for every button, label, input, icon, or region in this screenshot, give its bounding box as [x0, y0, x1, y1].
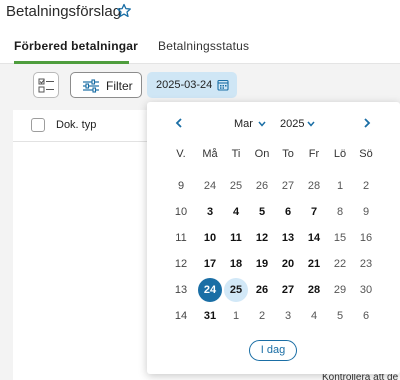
column-header-dok-typ[interactable]: Dok. typ — [56, 119, 96, 131]
calendar-day-other-month[interactable]: 4 — [302, 304, 326, 328]
calendar-day[interactable]: 31 — [198, 304, 222, 328]
prev-month-icon[interactable] — [174, 117, 184, 129]
calendar-icon[interactable] — [217, 79, 229, 91]
weekday-header-so: Sö — [359, 148, 373, 160]
calendar-day[interactable]: 27 — [276, 278, 300, 302]
calendar-day-other-month[interactable]: 5 — [328, 304, 352, 328]
today-button[interactable]: I dag — [249, 340, 297, 361]
weekday-header-ma: Må — [202, 148, 218, 160]
chevron-down-icon — [307, 121, 315, 127]
calendar-day-highlighted[interactable]: 25 — [224, 278, 248, 302]
date-picker-field[interactable]: 2025-03-24 — [147, 72, 237, 98]
calendar-day[interactable]: 1 — [328, 174, 352, 198]
calendar-day[interactable]: 17 — [198, 252, 222, 276]
week-number: 10 — [174, 206, 188, 218]
tab-forbered-betalningar[interactable]: Förbered betalningar — [14, 39, 138, 53]
calendar-day[interactable]: 10 — [198, 226, 222, 250]
calendar-day-other-month[interactable]: 25 — [224, 174, 248, 198]
week-number: 9 — [177, 180, 185, 192]
calendar-day[interactable]: 22 — [328, 252, 352, 276]
calendar-day[interactable]: 11 — [224, 226, 248, 250]
select-all-checkbox[interactable] — [31, 118, 45, 132]
calendar-day[interactable]: 26 — [250, 278, 274, 302]
calendar-day-other-month[interactable]: 28 — [302, 174, 326, 198]
week-column-header: V. — [176, 148, 186, 160]
calendar-day[interactable]: 9 — [354, 200, 378, 224]
sliders-icon — [83, 79, 99, 93]
calendar-day[interactable]: 7 — [302, 200, 326, 224]
calendar-day[interactable]: 4 — [224, 200, 248, 224]
calendar-day[interactable]: 15 — [328, 226, 352, 250]
calendar-day[interactable]: 12 — [250, 226, 274, 250]
calendar-day-other-month[interactable]: 24 — [198, 174, 222, 198]
calendar-day-other-month[interactable]: 6 — [354, 304, 378, 328]
week-number: 13 — [174, 284, 188, 296]
calendar-day-selected[interactable]: 24 — [198, 278, 222, 302]
column-chooser-button[interactable] — [33, 72, 59, 98]
year-value: 2025 — [280, 118, 305, 130]
calendar-day[interactable]: 19 — [250, 252, 274, 276]
calendar-day-other-month[interactable]: 2 — [250, 304, 274, 328]
month-value: Mar — [234, 118, 253, 130]
tab-bar: Förbered betalningar Betalningsstatus — [0, 26, 400, 64]
weekday-header-lo: Lö — [333, 148, 347, 160]
calendar-day[interactable]: 29 — [328, 278, 352, 302]
date-value: 2025-03-24 — [156, 79, 213, 91]
calendar-day[interactable]: 30 — [354, 278, 378, 302]
calendar-day-other-month[interactable]: 1 — [224, 304, 248, 328]
tab-betalningsstatus[interactable]: Betalningsstatus — [158, 39, 249, 53]
star-icon[interactable] — [116, 3, 132, 19]
weekday-header-on: On — [254, 148, 270, 160]
calendar-day[interactable]: 5 — [250, 200, 274, 224]
week-number: 14 — [174, 310, 188, 322]
page-header: Betalningsförslag — [0, 0, 400, 26]
next-month-icon[interactable] — [362, 117, 372, 129]
week-number: 12 — [174, 258, 188, 270]
calendar-day[interactable]: 20 — [276, 252, 300, 276]
chevron-down-icon — [258, 121, 266, 127]
calendar-day[interactable]: 2 — [354, 174, 378, 198]
calendar-day[interactable]: 14 — [302, 226, 326, 250]
weekday-header-fr: Fr — [308, 148, 320, 160]
calendar-day-other-month[interactable]: 27 — [276, 174, 300, 198]
calendar-day[interactable]: 16 — [354, 226, 378, 250]
calendar-day[interactable]: 3 — [198, 200, 222, 224]
calendar-day[interactable]: 21 — [302, 252, 326, 276]
calendar-day[interactable]: 23 — [354, 252, 378, 276]
filter-button[interactable]: Filter — [70, 72, 142, 98]
calendar-popup: Mar 2025 V. Må Ti On To Fr Lö Sö 9 24 25 26 27 28 1 2 10… — [147, 102, 400, 374]
month-select[interactable]: Mar — [234, 118, 266, 130]
calendar-day-other-month[interactable]: 26 — [250, 174, 274, 198]
calendar-day[interactable]: 18 — [224, 252, 248, 276]
page-title: Betalningsförslag — [6, 3, 122, 20]
week-number: 11 — [175, 232, 187, 244]
weekday-header-ti: Ti — [231, 148, 241, 160]
checklist-icon — [38, 78, 54, 93]
year-select[interactable]: 2025 — [280, 118, 315, 130]
weekday-header-to: To — [282, 148, 294, 160]
filter-label: Filter — [106, 79, 133, 93]
calendar-day[interactable]: 6 — [276, 200, 300, 224]
calendar-day[interactable]: 8 — [328, 200, 352, 224]
calendar-day-other-month[interactable]: 3 — [276, 304, 300, 328]
calendar-day[interactable]: 13 — [276, 226, 300, 250]
calendar-day[interactable]: 28 — [302, 278, 326, 302]
